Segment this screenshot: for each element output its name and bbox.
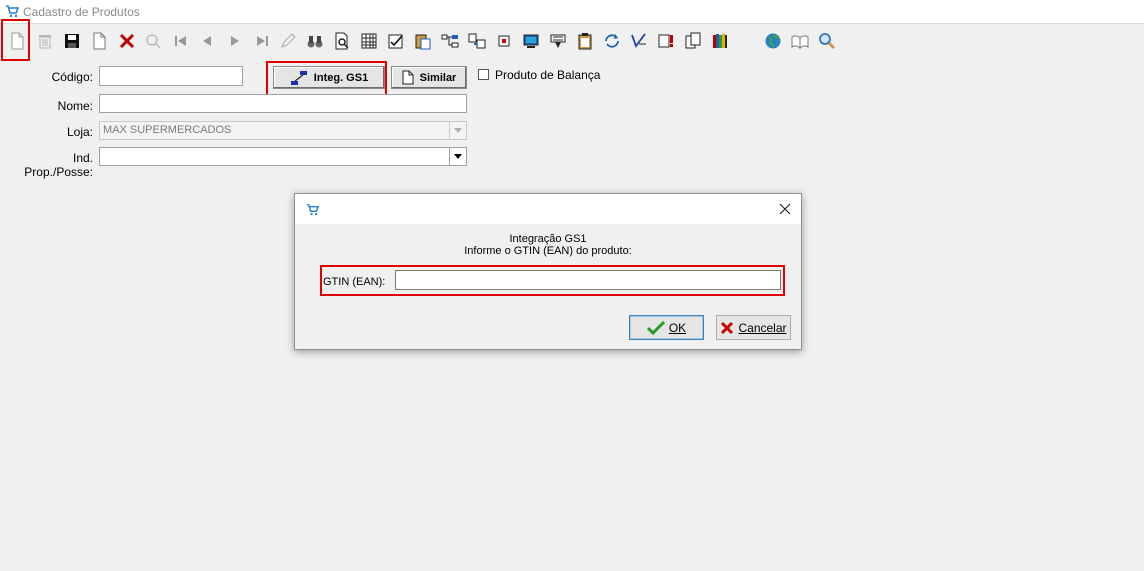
books-icon[interactable]	[710, 31, 730, 51]
nome-input[interactable]	[99, 94, 467, 113]
chevron-down-icon	[454, 128, 462, 133]
ok-button[interactable]: OK	[629, 315, 704, 340]
pencil-icon[interactable]	[278, 31, 298, 51]
previous-icon[interactable]	[197, 31, 217, 51]
toolbar	[0, 26, 1144, 58]
magnifier-icon[interactable]	[817, 31, 837, 51]
codigo-input[interactable]	[99, 66, 243, 86]
nome-label: Nome:	[57, 99, 93, 113]
similar-label: Similar	[419, 71, 457, 84]
similar-button[interactable]: Similar	[391, 66, 467, 89]
search-doc-icon[interactable]	[332, 31, 352, 51]
cart-icon	[6, 5, 19, 18]
validate-icon[interactable]	[629, 31, 649, 51]
highlight-gtin	[320, 265, 785, 296]
alert-icon[interactable]	[656, 31, 676, 51]
chevron-down-icon	[454, 154, 462, 159]
loja-label: Loja:	[66, 125, 93, 139]
hierarchy-icon[interactable]	[440, 31, 460, 51]
title-bar: Cadastro de Produtos	[0, 0, 1144, 24]
clipboard-icon[interactable]	[575, 31, 595, 51]
close-icon[interactable]	[777, 201, 793, 217]
codigo-label: Código:	[51, 70, 93, 84]
x-icon	[721, 321, 734, 334]
multi-copy-icon[interactable]	[683, 31, 703, 51]
cancel-label: Cancelar	[738, 320, 787, 335]
window-title: Cadastro de Produtos	[23, 5, 140, 19]
label-icon[interactable]	[494, 31, 514, 51]
cart-icon	[306, 204, 319, 216]
monitor-icon[interactable]	[521, 31, 541, 51]
history-icon[interactable]	[548, 31, 568, 51]
open-book-icon[interactable]	[790, 31, 810, 51]
dialog-line1: Integração GS1	[509, 233, 587, 245]
last-icon[interactable]	[252, 31, 272, 51]
next-icon[interactable]	[225, 31, 245, 51]
highlight-new	[1, 19, 30, 61]
refresh-icon[interactable]	[143, 31, 163, 51]
paste-icon[interactable]	[413, 31, 433, 51]
grid-icon[interactable]	[359, 31, 379, 51]
delete-icon[interactable]	[35, 31, 55, 51]
loja-select[interactable]: MAX SUPERMERCADOS	[99, 121, 467, 140]
first-icon[interactable]	[171, 31, 191, 51]
document-icon	[402, 70, 414, 85]
balanca-checkbox[interactable]	[478, 69, 489, 80]
dialog-line2: Informe o GTIN (EAN) do produto:	[464, 245, 632, 257]
cycle-icon[interactable]	[602, 31, 622, 51]
integracao-dialog: Integração GS1 Informe o GTIN (EAN) do p…	[294, 193, 802, 350]
ind-prop-label: Ind. Prop./Posse:	[24, 151, 93, 179]
binoculars-icon[interactable]	[305, 31, 325, 51]
ind-prop-select[interactable]	[99, 147, 467, 166]
balanca-label: Produto de Balança	[495, 68, 601, 82]
ind-prop-dropdown[interactable]	[449, 148, 466, 165]
loja-dropdown[interactable]	[449, 122, 466, 139]
cancel-button[interactable]: Cancelar	[716, 315, 791, 340]
checklist-icon[interactable]	[386, 31, 406, 51]
highlight-integ	[266, 61, 387, 96]
save-icon[interactable]	[62, 31, 82, 51]
globe-icon[interactable]	[763, 31, 783, 51]
copy-icon[interactable]	[89, 31, 109, 51]
check-icon	[646, 320, 665, 335]
transfer-icon[interactable]	[467, 31, 487, 51]
cancel-icon[interactable]	[117, 31, 137, 51]
ok-label: OK	[668, 320, 687, 335]
loja-value: MAX SUPERMERCADOS	[103, 124, 232, 136]
dialog-title-bar	[295, 194, 801, 224]
